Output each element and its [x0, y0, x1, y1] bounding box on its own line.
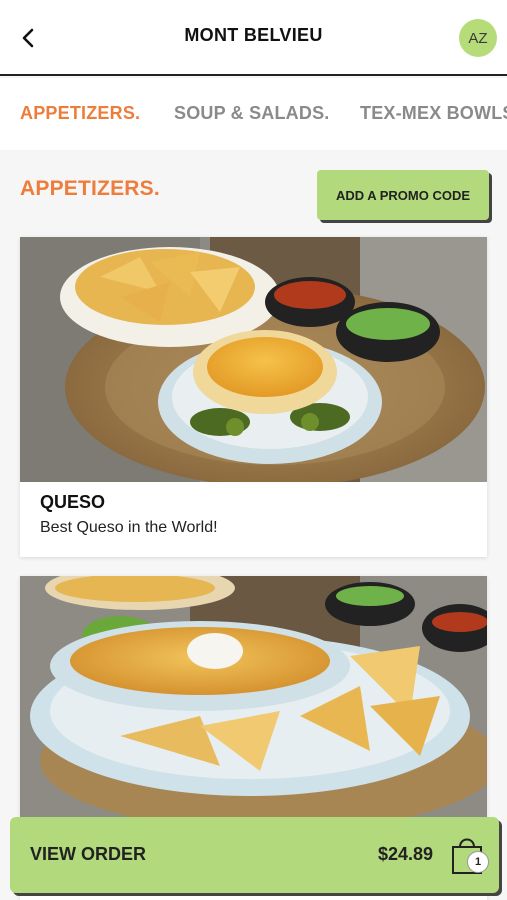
item-name: QUESO [40, 492, 106, 512]
view-order-button[interactable]: VIEW ORDER $24.89 1 [10, 817, 499, 893]
view-order-label: VIEW ORDER [30, 844, 147, 864]
menu-item-card[interactable]: QUESO Best Queso in the World! [20, 237, 487, 557]
tab-soup-salads[interactable]: SOUP & SALADS. [174, 103, 330, 124]
section-header: APPETIZERS. ADD A PROMO CODE [0, 150, 507, 236]
item-description: Best Queso in the World! [40, 519, 218, 536]
section-title: APPETIZERS. [20, 177, 160, 200]
order-total: $24.89 [377, 844, 433, 864]
add-promo-code-button[interactable]: ADD A PROMO CODE [317, 170, 489, 220]
avatar[interactable]: AZ [459, 19, 497, 57]
category-tabs: APPETIZERS. SOUP & SALADS. TEX-MEX BOWLS [0, 78, 507, 150]
tab-tex-mex-bowls[interactable]: TEX-MEX BOWLS [360, 103, 507, 124]
page-title: MONT BELVIEU [184, 25, 323, 45]
queso-photo [20, 237, 487, 482]
app-header: MONT BELVIEU AZ [0, 0, 507, 76]
cart-count-badge: 1 [467, 851, 489, 873]
nachos-dip-photo [20, 576, 487, 821]
tab-appetizers[interactable]: APPETIZERS. [20, 103, 140, 124]
